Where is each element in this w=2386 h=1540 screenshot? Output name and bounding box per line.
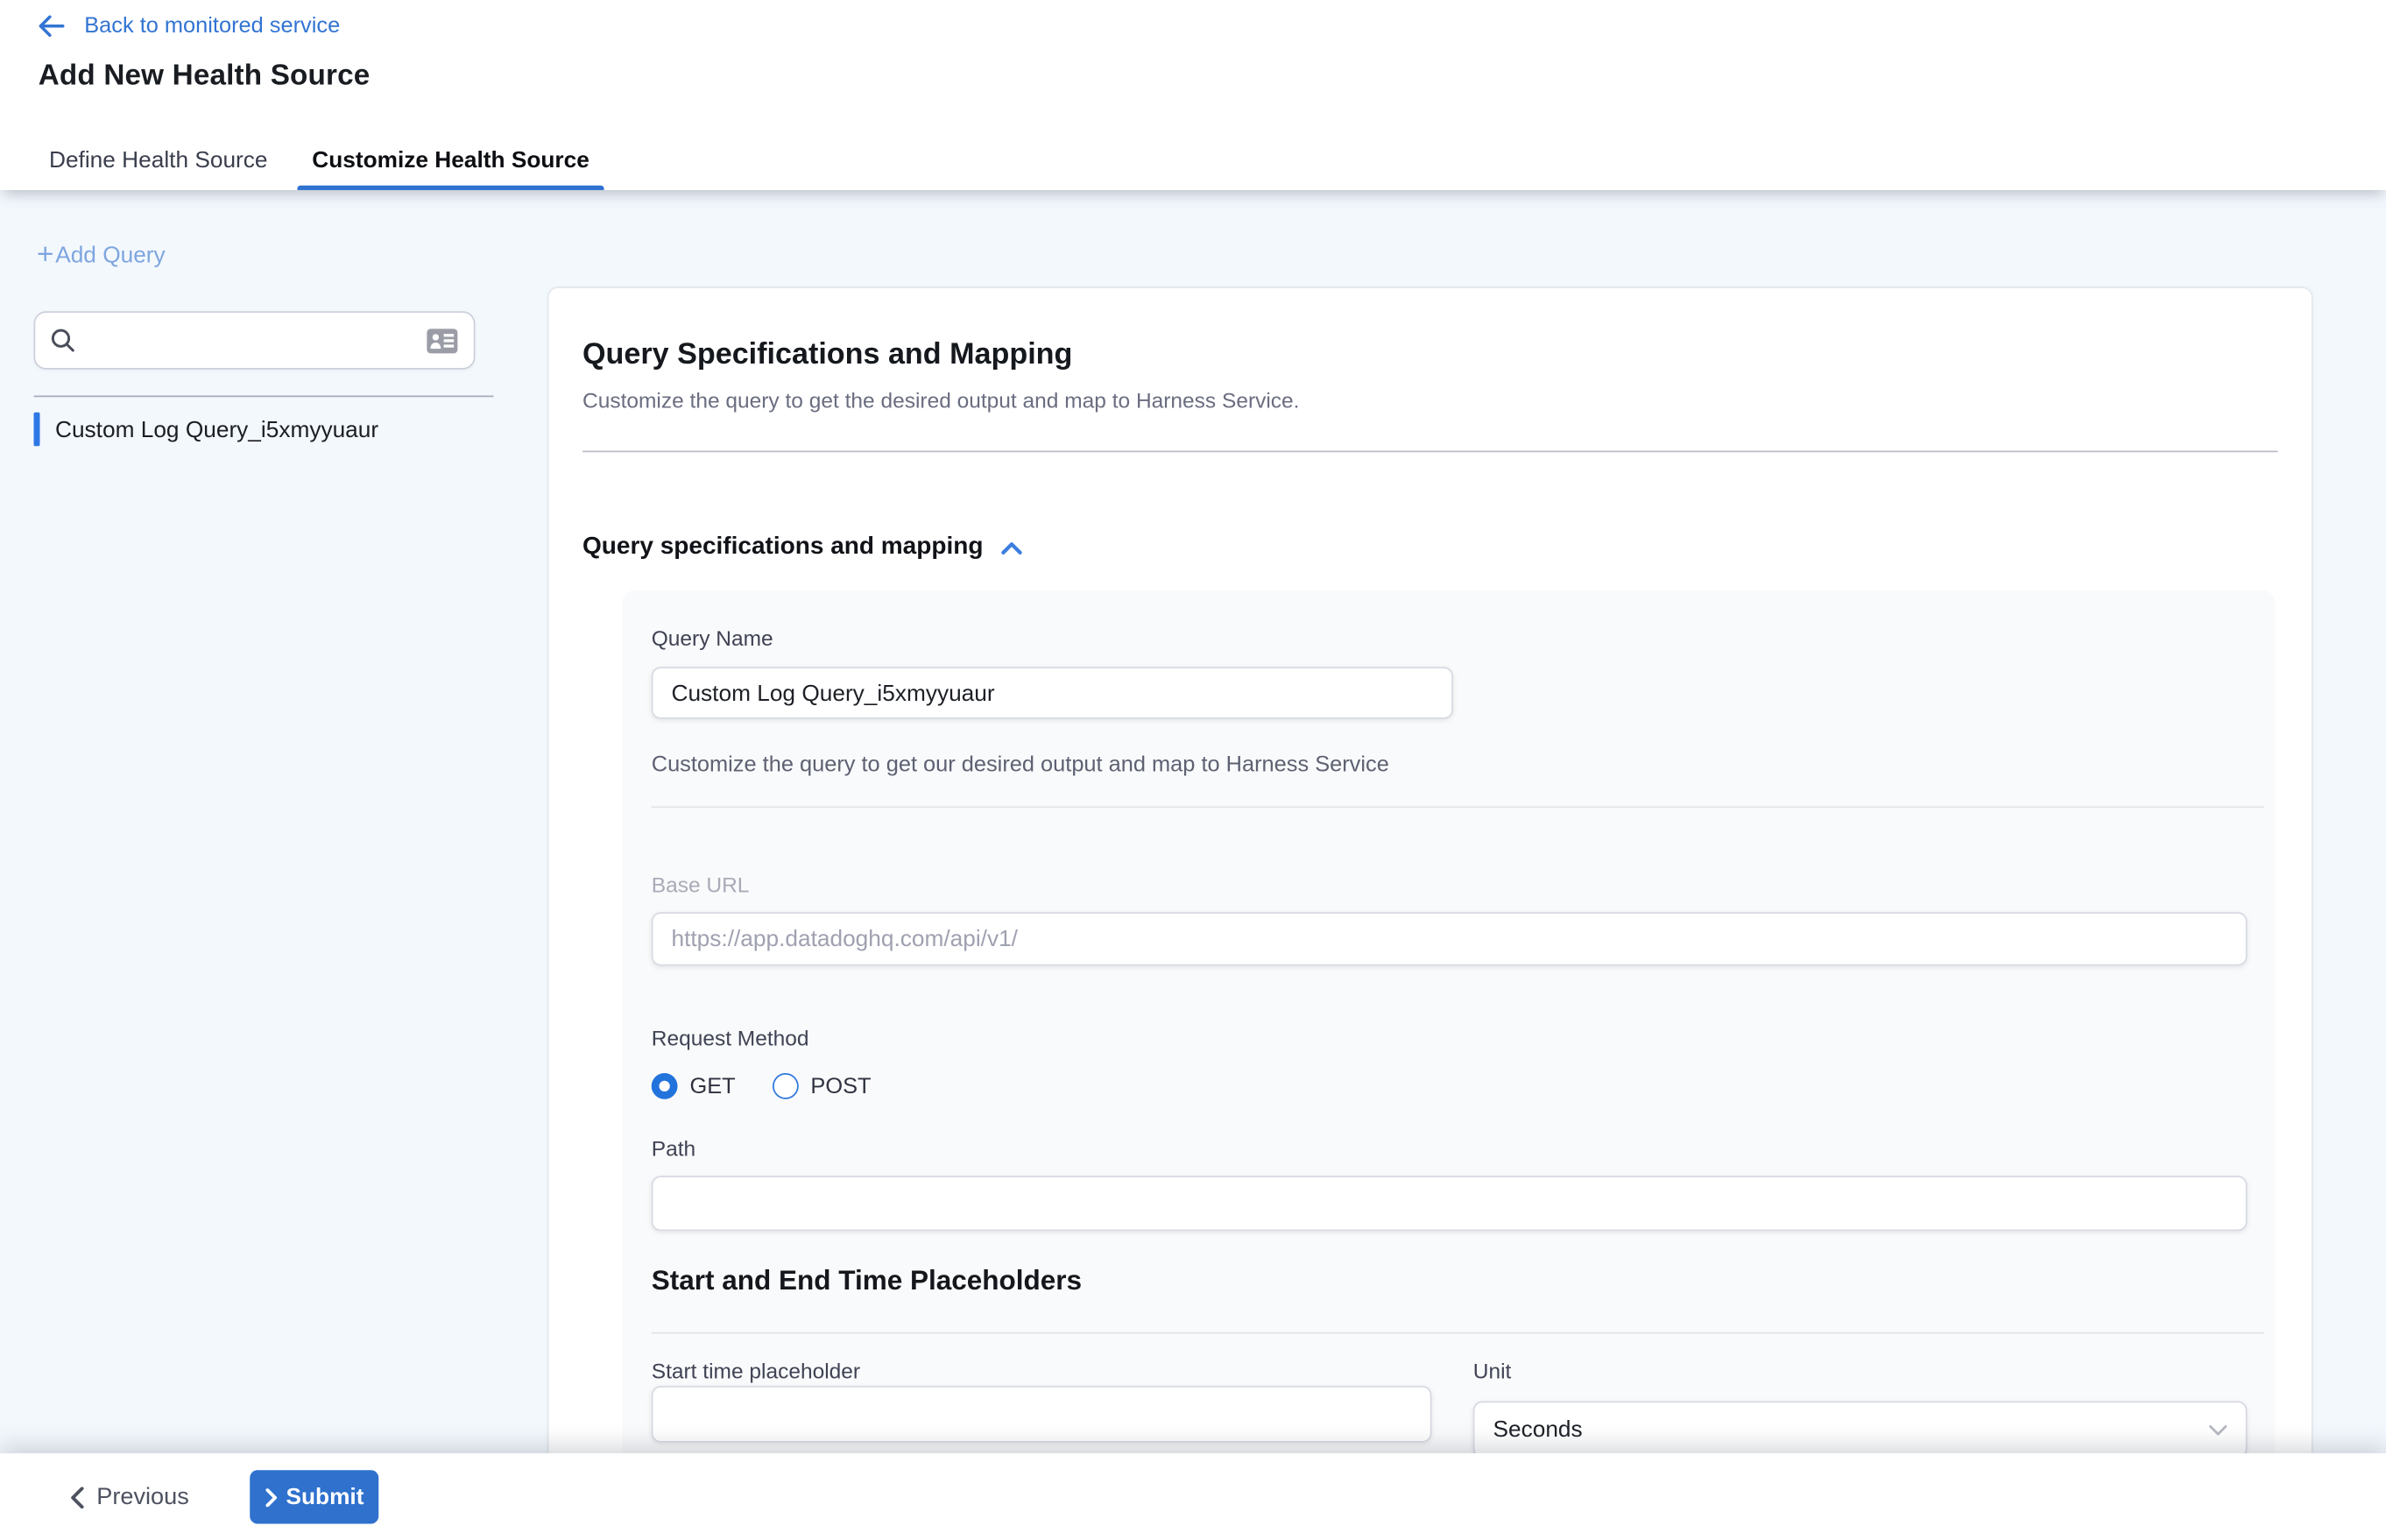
back-link[interactable]: Back to monitored service <box>39 14 340 39</box>
search-input[interactable] <box>84 327 417 355</box>
unit-field: Unit Seconds <box>1473 1359 2248 1454</box>
unit-select-value: Seconds <box>1493 1416 1583 1443</box>
request-method-label: Request Method <box>652 1026 2264 1050</box>
back-link-label: Back to monitored service <box>84 14 340 39</box>
base-url-input[interactable] <box>652 912 2248 965</box>
radio-unselected-icon <box>773 1073 799 1099</box>
chevron-right-icon <box>265 1487 277 1506</box>
add-query-label: Add Query <box>55 243 166 269</box>
selected-indicator <box>34 413 40 447</box>
page-header: Back to monitored service Add New Health… <box>0 0 2386 190</box>
path-label: Path <box>652 1136 2264 1161</box>
sidebar-divider <box>34 396 494 398</box>
radio-selected-icon <box>652 1073 678 1099</box>
query-name-input[interactable] <box>652 667 1453 719</box>
page-title: Add New Health Source <box>39 60 371 94</box>
tab-define-health-source[interactable]: Define Health Source <box>34 129 284 190</box>
query-helper-text: Customize the query to get our desired o… <box>652 752 2264 777</box>
radio-get-label: GET <box>690 1074 736 1098</box>
section-heading: Query specifications and mapping <box>582 533 983 562</box>
add-query-button[interactable]: + Add Query <box>37 243 166 269</box>
panel-subtitle: Customize the query to get the desired o… <box>582 388 2278 413</box>
panel-title: Query Specifications and Mapping <box>582 337 2278 372</box>
submit-button-label: Submit <box>286 1484 364 1510</box>
footer: Previous Submit <box>0 1453 2386 1540</box>
path-input[interactable] <box>652 1176 2248 1231</box>
query-item-label: Custom Log Query_i5xmyyuaur <box>55 416 378 442</box>
panel-header-divider <box>582 451 2278 453</box>
query-spec-card: Query Name Customize the query to get ou… <box>623 590 2276 1453</box>
start-time-input[interactable] <box>652 1386 1432 1443</box>
tab-bar: Define Health Source Customize Health So… <box>0 129 2386 190</box>
plus-icon: + <box>37 244 53 266</box>
sidebar: + Add Query <box>0 190 549 1453</box>
panel-header: Query Specifications and Mapping Customi… <box>549 288 2312 452</box>
chevron-left-icon <box>71 1487 85 1508</box>
search-icon <box>51 328 75 353</box>
chevron-down-icon <box>2209 1423 2227 1436</box>
unit-select[interactable]: Seconds <box>1473 1402 2248 1454</box>
tab-customize-health-source[interactable]: Customize Health Source <box>297 129 605 190</box>
content-area: + Add Query <box>0 190 2386 1453</box>
start-time-field: Start time placeholder <box>652 1359 1432 1454</box>
base-url-label: Base URL <box>652 872 2264 897</box>
submit-button[interactable]: Submit <box>250 1470 378 1523</box>
chevron-up-icon <box>1001 540 1023 555</box>
card-divider <box>652 807 2264 809</box>
start-time-label: Start time placeholder <box>652 1359 860 1383</box>
contact-card-icon[interactable] <box>427 328 459 354</box>
placeholders-heading: Start and End Time Placeholders <box>652 1265 2264 1297</box>
previous-button[interactable]: Previous <box>71 1470 189 1523</box>
section-collapse-toggle[interactable]: Query specifications and mapping <box>582 533 2312 562</box>
radio-post-label: POST <box>810 1074 871 1098</box>
query-spec-panel: Query Specifications and Mapping Customi… <box>549 288 2312 1453</box>
unit-label: Unit <box>1473 1359 1512 1383</box>
previous-button-label: Previous <box>96 1483 189 1511</box>
request-method-radio-group: GET POST <box>652 1073 2264 1099</box>
query-name-label: Query Name <box>652 625 773 650</box>
back-arrow-icon <box>39 16 65 38</box>
placeholders-row: Start time placeholder Unit Seconds <box>652 1359 2264 1454</box>
radio-post[interactable]: POST <box>773 1073 872 1099</box>
query-list-item[interactable]: Custom Log Query_i5xmyyuaur <box>34 408 494 451</box>
placeholders-divider <box>652 1332 2264 1334</box>
radio-get[interactable]: GET <box>652 1073 736 1099</box>
app: Back to monitored service Add New Health… <box>0 0 2386 1540</box>
query-search-box <box>34 311 476 370</box>
